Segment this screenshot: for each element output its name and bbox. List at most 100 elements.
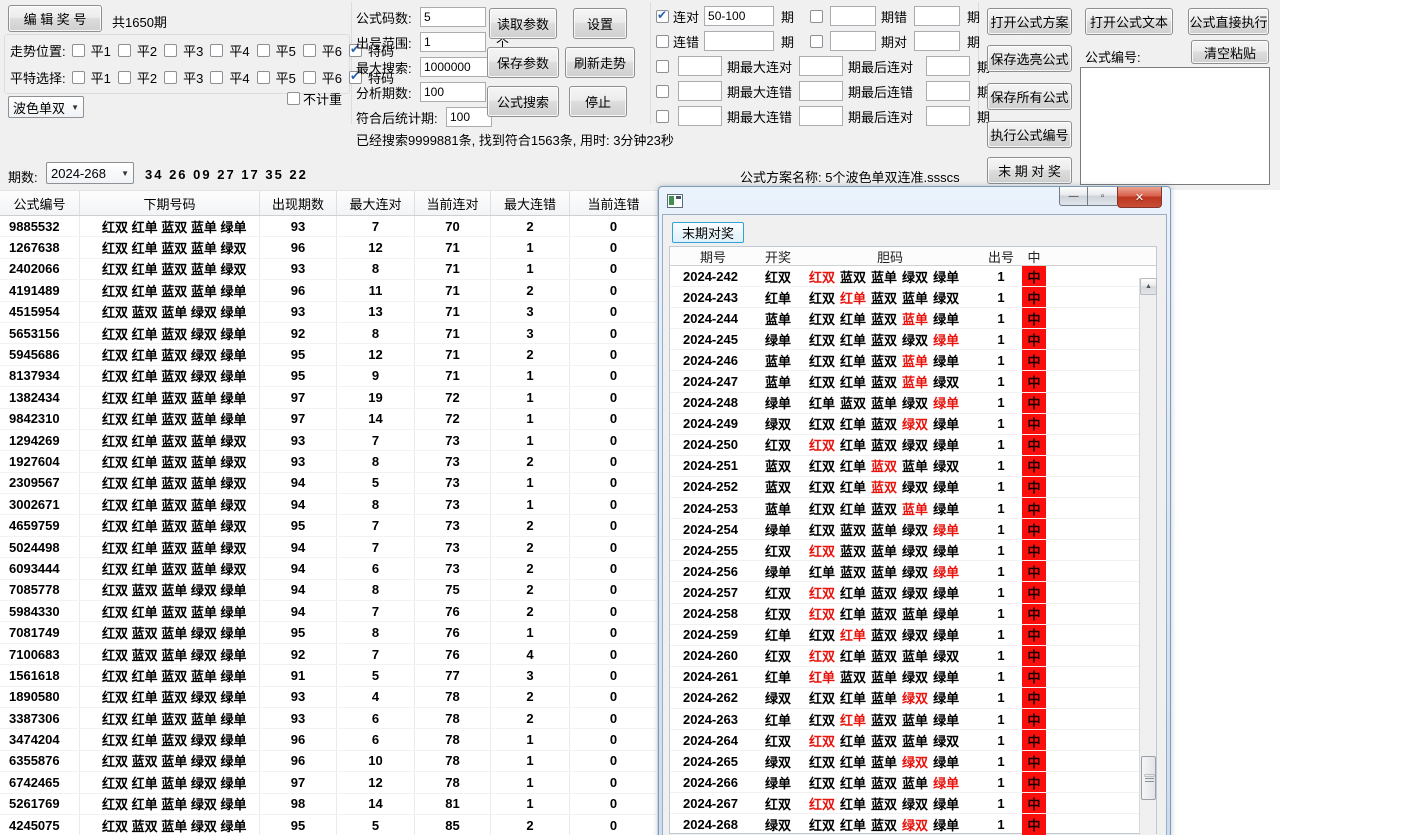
list-item[interactable]: 2024-252蓝双红双红单蓝双绿双绿单1中 [670, 477, 1156, 498]
table-row[interactable]: 3002671红双 红单 蓝双 蓝单 绿双9487310 [0, 494, 658, 515]
list-item[interactable]: 2024-256绿单红单蓝双蓝单绿双绿单1中 [670, 561, 1156, 582]
position-option[interactable]: 平3 [164, 41, 203, 60]
condition-input[interactable] [704, 31, 774, 51]
last-period-check-button[interactable]: 末 期 对 奖 [987, 157, 1072, 184]
table-row[interactable]: 1267638红双 红单 蓝双 蓝单 绿双96127110 [0, 237, 658, 258]
table-row[interactable]: 1927604红双 红单 蓝双 蓝单 绿双9387320 [0, 451, 658, 472]
list-item[interactable]: 2024-258红双红双红单蓝双蓝单绿单1中 [670, 604, 1156, 625]
list-item[interactable]: 2024-254绿单红双蓝双蓝单绿双绿单1中 [670, 519, 1156, 540]
position-checkbox[interactable] [72, 44, 85, 57]
position-checkbox[interactable] [303, 71, 316, 84]
param-button-3[interactable]: 保存参数 [487, 47, 559, 78]
table-row[interactable]: 4659759红双 红单 蓝双 蓝单 绿双9577320 [0, 515, 658, 536]
param-button-6[interactable]: 停止 [569, 86, 627, 117]
clear-paste-button[interactable]: 清空粘贴 [1191, 40, 1269, 64]
condition-input[interactable] [799, 106, 843, 126]
table-row[interactable]: 6742465红双 红单 蓝单 绿双 绿单97127810 [0, 772, 658, 793]
table-row[interactable]: 1382434红双 红单 蓝双 蓝单 绿单97197210 [0, 387, 658, 408]
list-item[interactable]: 2024-259红单红双红单蓝双绿双绿单1中 [670, 625, 1156, 646]
exec-formula-no-button[interactable]: 执行公式编号 [987, 121, 1072, 148]
list-item[interactable]: 2024-264红双红双红单蓝双蓝单绿双1中 [670, 730, 1156, 751]
param-input[interactable] [420, 7, 486, 27]
position-checkbox[interactable] [303, 44, 316, 57]
table-row[interactable]: 4191489红双 红单 蓝双 蓝单 绿单96117120 [0, 280, 658, 301]
position-checkbox[interactable] [257, 44, 270, 57]
table-row[interactable]: 6093444红双 红单 蓝双 蓝单 绿双9467320 [0, 558, 658, 579]
position-option[interactable]: 平6 [303, 68, 342, 87]
table-row[interactable]: 2309567红双 红单 蓝双 蓝单 绿双9457310 [0, 473, 658, 494]
table-row[interactable]: 5945686红双 红单 蓝双 绿双 绿单95127120 [0, 344, 658, 365]
list-item[interactable]: 2024-250红双红双红单蓝双绿双绿单1中 [670, 435, 1156, 456]
position-option[interactable]: 平5 [257, 68, 296, 87]
list-item[interactable]: 2024-261红单红单蓝双蓝单绿双绿单1中 [670, 667, 1156, 688]
period-dropdown[interactable]: 2024-268 ▼ [46, 162, 134, 184]
list-item[interactable]: 2024-255红双红双蓝双蓝单绿双绿单1中 [670, 540, 1156, 561]
condition-checkbox[interactable] [656, 85, 669, 98]
list-item[interactable]: 2024-248绿单红单蓝双蓝单绿双绿单1中 [670, 393, 1156, 414]
list-item[interactable]: 2024-242红双红双蓝双蓝单绿双绿单1中 [670, 266, 1156, 287]
condition-input[interactable] [799, 56, 843, 76]
mode-select-dropdown[interactable]: 波色单双 ▼ [8, 96, 84, 118]
condition-input[interactable] [678, 56, 722, 76]
list-item[interactable]: 2024-257红双红双红单蓝双绿双绿单1中 [670, 582, 1156, 603]
list-item[interactable]: 2024-251蓝双红双红单蓝双蓝单绿双1中 [670, 456, 1156, 477]
condition-checkbox[interactable] [656, 35, 669, 48]
position-option[interactable]: 平2 [118, 68, 157, 87]
list-item[interactable]: 2024-266绿单红双红单蓝双蓝单绿单1中 [670, 772, 1156, 793]
tab-last-period-check[interactable]: 末期对奖 [672, 222, 744, 243]
table-row[interactable]: 5261769红双 红单 蓝单 绿双 绿单98148110 [0, 794, 658, 815]
position-option[interactable]: 平3 [164, 68, 203, 87]
param-button-5[interactable]: 公式搜索 [487, 86, 559, 117]
condition-input[interactable] [678, 106, 722, 126]
table-row[interactable]: 8137934红双 红单 蓝双 绿双 绿单9597110 [0, 366, 658, 387]
condition-checkbox[interactable] [810, 35, 823, 48]
scroll-up-arrow[interactable]: ▲ [1140, 278, 1157, 295]
list-item[interactable]: 2024-262绿双红双红单蓝单绿双绿单1中 [670, 688, 1156, 709]
minimize-button[interactable]: — [1059, 187, 1088, 206]
list-item[interactable]: 2024-244蓝单红双红单蓝双蓝单绿单1中 [670, 308, 1156, 329]
table-row[interactable]: 7100683红双 蓝双 蓝单 绿双 绿单9277640 [0, 644, 658, 665]
table-row[interactable]: 2402066红双 红单 蓝双 蓝单 绿双9387110 [0, 259, 658, 280]
table-row[interactable]: 3474204红双 红单 蓝双 绿双 绿单9667810 [0, 729, 658, 750]
condition-checkbox[interactable] [656, 110, 669, 123]
position-option[interactable]: 平1 [72, 68, 111, 87]
formula-no-textarea[interactable] [1080, 67, 1270, 185]
table-row[interactable]: 1561618红双 红单 蓝双 蓝单 绿单9157730 [0, 665, 658, 686]
list-item[interactable]: 2024-260红双红双红单蓝双蓝单绿双1中 [670, 646, 1156, 667]
vertical-scrollbar[interactable]: ▲ ▼ [1139, 278, 1156, 835]
list-item[interactable]: 2024-268绿双红双红单蓝双绿双绿单1中 [670, 814, 1156, 835]
position-option[interactable]: 平4 [210, 68, 249, 87]
position-checkbox[interactable] [118, 44, 131, 57]
condition-input[interactable] [830, 6, 876, 26]
position-option[interactable]: 平2 [118, 41, 157, 60]
table-row[interactable]: 6355876红双 蓝双 蓝单 绿双 绿单96107810 [0, 751, 658, 772]
position-option[interactable]: 平1 [72, 41, 111, 60]
condition-input[interactable] [914, 6, 960, 26]
position-checkbox[interactable] [210, 44, 223, 57]
no-repeat-option[interactable]: 不计重 [287, 89, 342, 108]
position-checkbox[interactable] [210, 71, 223, 84]
list-item[interactable]: 2024-263红单红双红单蓝双蓝单绿单1中 [670, 709, 1156, 730]
table-row[interactable]: 4245075红双 蓝双 蓝单 绿双 绿单9558520 [0, 815, 658, 835]
table-row[interactable]: 1890580红双 红单 蓝双 绿双 绿单9347820 [0, 687, 658, 708]
save-all-formula-button[interactable]: 保存所有公式 [987, 83, 1072, 110]
condition-input[interactable] [704, 6, 774, 26]
position-option[interactable]: 平4 [210, 41, 249, 60]
condition-input[interactable] [678, 81, 722, 101]
position-option[interactable]: 平6 [303, 41, 342, 60]
list-item[interactable]: 2024-267红双红双红单蓝双绿双绿单1中 [670, 793, 1156, 814]
position-checkbox[interactable] [164, 71, 177, 84]
save-highlighted-formula-button[interactable]: 保存选亮公式 [987, 45, 1072, 72]
condition-checkbox[interactable] [656, 10, 669, 23]
table-row[interactable]: 7085778红双 蓝双 蓝单 绿双 绿单9487520 [0, 580, 658, 601]
param-input[interactable] [420, 32, 486, 52]
table-row[interactable]: 5653156红双 红单 蓝双 绿双 绿单9287130 [0, 323, 658, 344]
table-row[interactable]: 3387306红双 红单 蓝双 蓝单 绿单9367820 [0, 708, 658, 729]
maximize-button[interactable]: ▫ [1088, 187, 1117, 206]
position-option[interactable]: 平5 [257, 41, 296, 60]
param-input[interactable] [420, 82, 486, 102]
position-checkbox[interactable] [164, 44, 177, 57]
position-checkbox[interactable] [118, 71, 131, 84]
table-row[interactable]: 9842310红双 红单 蓝双 蓝单 绿单97147210 [0, 409, 658, 430]
scrollbar-thumb[interactable] [1141, 756, 1156, 800]
